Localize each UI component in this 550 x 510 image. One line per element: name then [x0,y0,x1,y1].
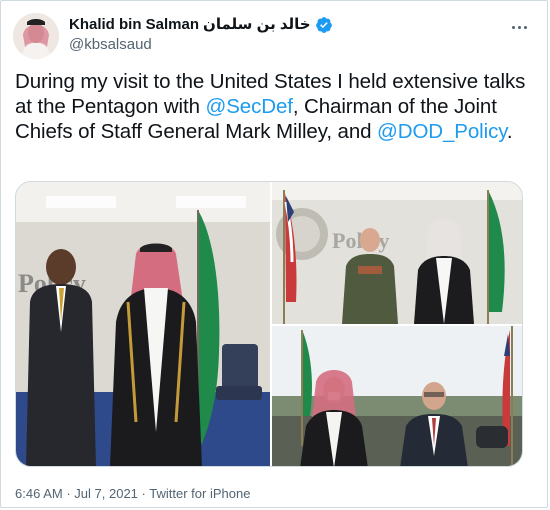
tweet-text: During my visit to the United States I h… [15,69,535,144]
tweet-date[interactable]: Jul 7, 2021 [74,486,138,501]
mention-link-secdef[interactable]: @SecDef [206,95,293,118]
meta-separator: · [141,486,146,501]
photo-pentagon-arrival[interactable] [272,326,522,466]
meta-separator: · [66,486,71,501]
author-name-arabic[interactable]: خالد بن سلمان [203,15,311,35]
tweet-source[interactable]: Twitter for iPhone [149,486,250,501]
author-name-row[interactable]: Khalid bin Salman خالد بن سلمان [69,15,333,35]
mention-link-dod-policy[interactable]: @DOD_Policy [377,120,507,143]
tweet-time[interactable]: 6:46 AM [15,486,63,501]
more-options-icon[interactable] [507,17,531,37]
tweet-metadata: 6:46 AM · Jul 7, 2021 · Twitter for iPho… [15,485,250,503]
tweet-card[interactable]: Khalid bin Salman خالد بن سلمان @kbsalsa… [0,0,548,508]
author-handle[interactable]: @kbsalsaud [69,35,152,55]
media-grid: Policy [15,181,523,467]
author-name[interactable]: Khalid bin Salman [69,15,199,35]
photo-pentagon-meeting-1[interactable]: Policy [16,182,270,466]
avatar[interactable] [13,13,59,59]
photo-pentagon-meeting-2[interactable]: Policy [272,182,522,324]
tweet-text-part: . [506,120,513,143]
verified-badge-icon [315,16,333,34]
